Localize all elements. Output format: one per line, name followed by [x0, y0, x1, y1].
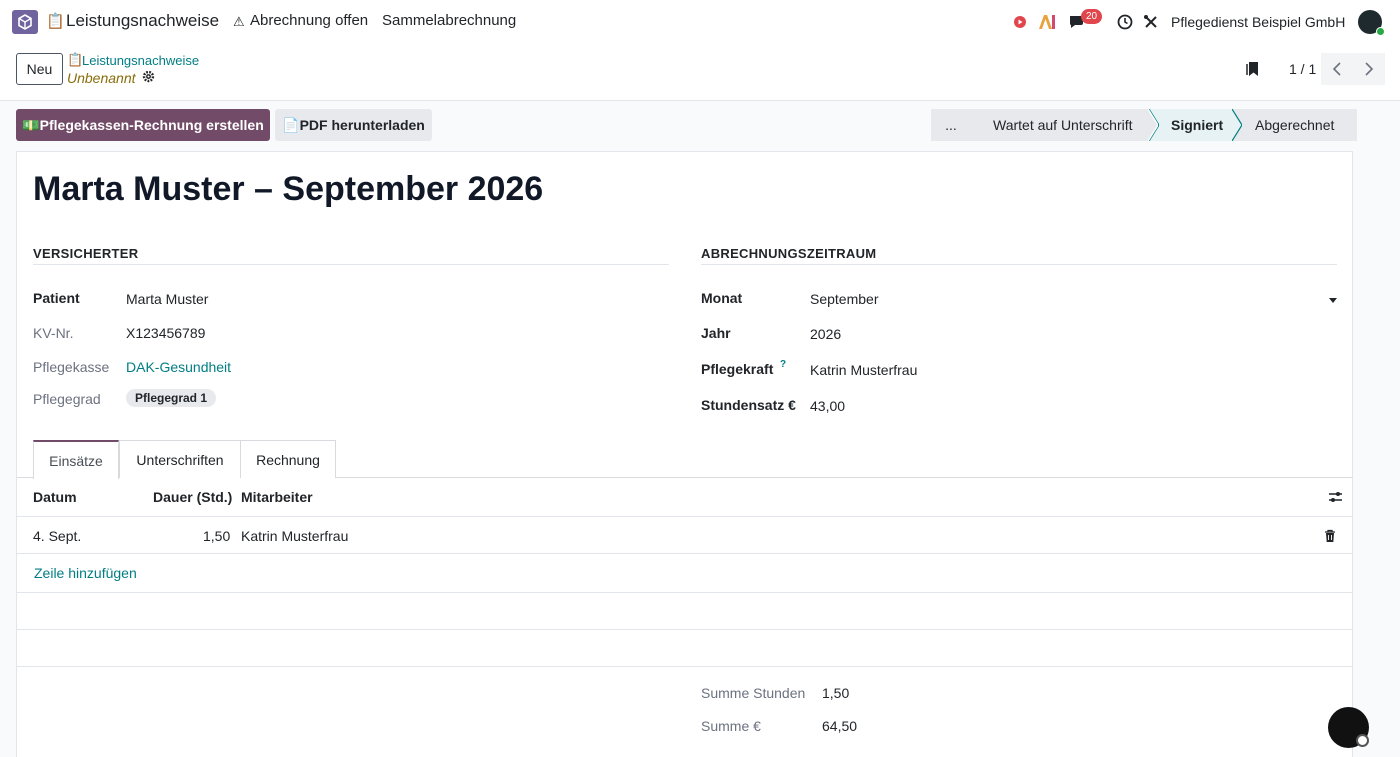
chat-status-icon	[1356, 734, 1369, 747]
record-icon[interactable]	[1010, 12, 1030, 32]
tools-icon[interactable]	[1141, 12, 1161, 32]
record-title[interactable]: Marta Muster – September 2026	[33, 170, 543, 209]
download-pdf-button[interactable]: 📄 PDF herunterladen	[275, 109, 432, 141]
column-header-duration[interactable]: Dauer (Std.)	[153, 489, 232, 505]
document-icon: 📄	[282, 116, 300, 133]
add-line-link[interactable]: Zeile hinzufügen	[34, 565, 137, 581]
form-sheet: Marta Muster – September 2026 VERSICHERT…	[16, 151, 1353, 757]
divider	[17, 666, 1353, 667]
top-navbar: 📋 Leistungsnachweise ⚠ Abrechnung offen …	[0, 0, 1400, 44]
control-panel: Neu 📋 Leistungsnachweise Unbenannt 1 / 1	[0, 44, 1400, 101]
tab-unterschriften[interactable]: Unterschriften	[119, 440, 241, 478]
create-invoice-button[interactable]: 💵 Pflegekassen-Rechnung erstellen	[16, 109, 270, 141]
clock-icon[interactable]	[1115, 12, 1135, 32]
total-hours-label: Summe Stunden	[701, 685, 806, 701]
divider	[17, 592, 1353, 593]
pager-next-button[interactable]	[1353, 53, 1385, 85]
help-icon[interactable]: ?	[780, 359, 786, 370]
rate-label: Stundensatz €	[701, 397, 796, 413]
ai-icon[interactable]	[1037, 12, 1057, 32]
grad-label: Pflegegrad	[33, 391, 101, 407]
money-icon: 💵	[22, 116, 40, 133]
menu-collective-billing[interactable]: Sammelabrechnung	[382, 12, 516, 29]
kasse-label: Pflegekasse	[33, 359, 110, 375]
status-more-button[interactable]: ...	[931, 109, 971, 141]
online-status-icon	[1376, 27, 1385, 36]
nurse-label: Pflegekraft	[701, 361, 774, 377]
notebook-icon: 📋	[46, 13, 65, 30]
insured-heading: VERSICHERTER	[33, 246, 139, 261]
create-invoice-label: Pflegekassen-Rechnung erstellen	[39, 117, 264, 133]
app-menu-icon[interactable]	[12, 10, 38, 34]
month-label: Monat	[701, 290, 743, 306]
divider	[17, 516, 1353, 517]
kv-field[interactable]: X123456789	[126, 325, 205, 341]
divider	[17, 553, 1353, 554]
stage-billed[interactable]: Abgerechnet	[1233, 109, 1357, 141]
divider	[17, 629, 1353, 630]
total-sum-label: Summe €	[701, 718, 761, 734]
bookmark-icon[interactable]	[1246, 61, 1260, 80]
cell-duration[interactable]: 1,50	[203, 528, 230, 544]
status-bar: ... Wartet auf Unterschrift Signiert Abg…	[931, 109, 1357, 141]
total-hours-value: 1,50	[822, 685, 850, 701]
stage-signed[interactable]: Signiert	[1149, 109, 1242, 141]
stage-label: Signiert	[1171, 117, 1224, 133]
kasse-link[interactable]: DAK-Gesundheit	[126, 359, 231, 375]
download-pdf-label: PDF herunterladen	[299, 117, 425, 133]
message-count-badge: 20	[1081, 9, 1103, 24]
breadcrumb-current: Unbenannt	[67, 70, 136, 86]
total-sum-value: 64,50	[822, 718, 858, 734]
stage-label: Abgerechnet	[1255, 117, 1335, 133]
month-select[interactable]: September	[810, 291, 878, 307]
year-field[interactable]: 2026	[810, 326, 841, 342]
rate-field[interactable]: 43,00	[810, 398, 845, 414]
period-heading: ABRECHNUNGSZEITRAUM	[701, 246, 877, 261]
column-settings-icon[interactable]	[1328, 490, 1343, 507]
cell-date[interactable]: 4. Sept.	[33, 528, 81, 544]
gear-icon[interactable]	[142, 70, 155, 86]
divider	[701, 264, 1337, 265]
patient-field[interactable]: Marta Muster	[126, 291, 208, 307]
breadcrumb-parent[interactable]: Leistungsnachweise	[82, 53, 199, 68]
patient-label: Patient	[33, 290, 80, 306]
kv-label: KV-Nr.	[33, 325, 74, 341]
column-header-employee[interactable]: Mitarbeiter	[241, 489, 313, 505]
tab-rechnung[interactable]: Rechnung	[240, 440, 336, 478]
tab-einsaetze[interactable]: Einsätze	[33, 440, 119, 479]
stage-waiting-signature[interactable]: Wartet auf Unterschrift	[971, 109, 1158, 141]
company-switcher[interactable]: Pflegedienst Beispiel GmbH	[1171, 14, 1345, 30]
year-label: Jahr	[701, 325, 731, 341]
notebook-icon: 📋	[67, 52, 84, 67]
cell-employee[interactable]: Katrin Musterfrau	[241, 528, 348, 544]
column-header-date[interactable]: Datum	[33, 489, 77, 505]
new-button[interactable]: Neu	[16, 53, 63, 85]
grad-tag[interactable]: Pflegegrad 1	[126, 389, 217, 407]
pager-previous-button[interactable]	[1321, 53, 1353, 85]
warning-icon: ⚠	[233, 14, 245, 29]
stage-label: Wartet auf Unterschrift	[993, 117, 1133, 133]
trash-icon[interactable]	[1324, 529, 1336, 546]
app-title[interactable]: Leistungsnachweise	[66, 11, 219, 31]
pager-value[interactable]: 1 / 1	[1289, 61, 1316, 77]
divider	[33, 264, 669, 265]
chevron-down-icon[interactable]	[1329, 298, 1337, 303]
menu-open-billing[interactable]: Abrechnung offen	[250, 12, 368, 29]
nurse-field[interactable]: Katrin Musterfrau	[810, 362, 917, 378]
